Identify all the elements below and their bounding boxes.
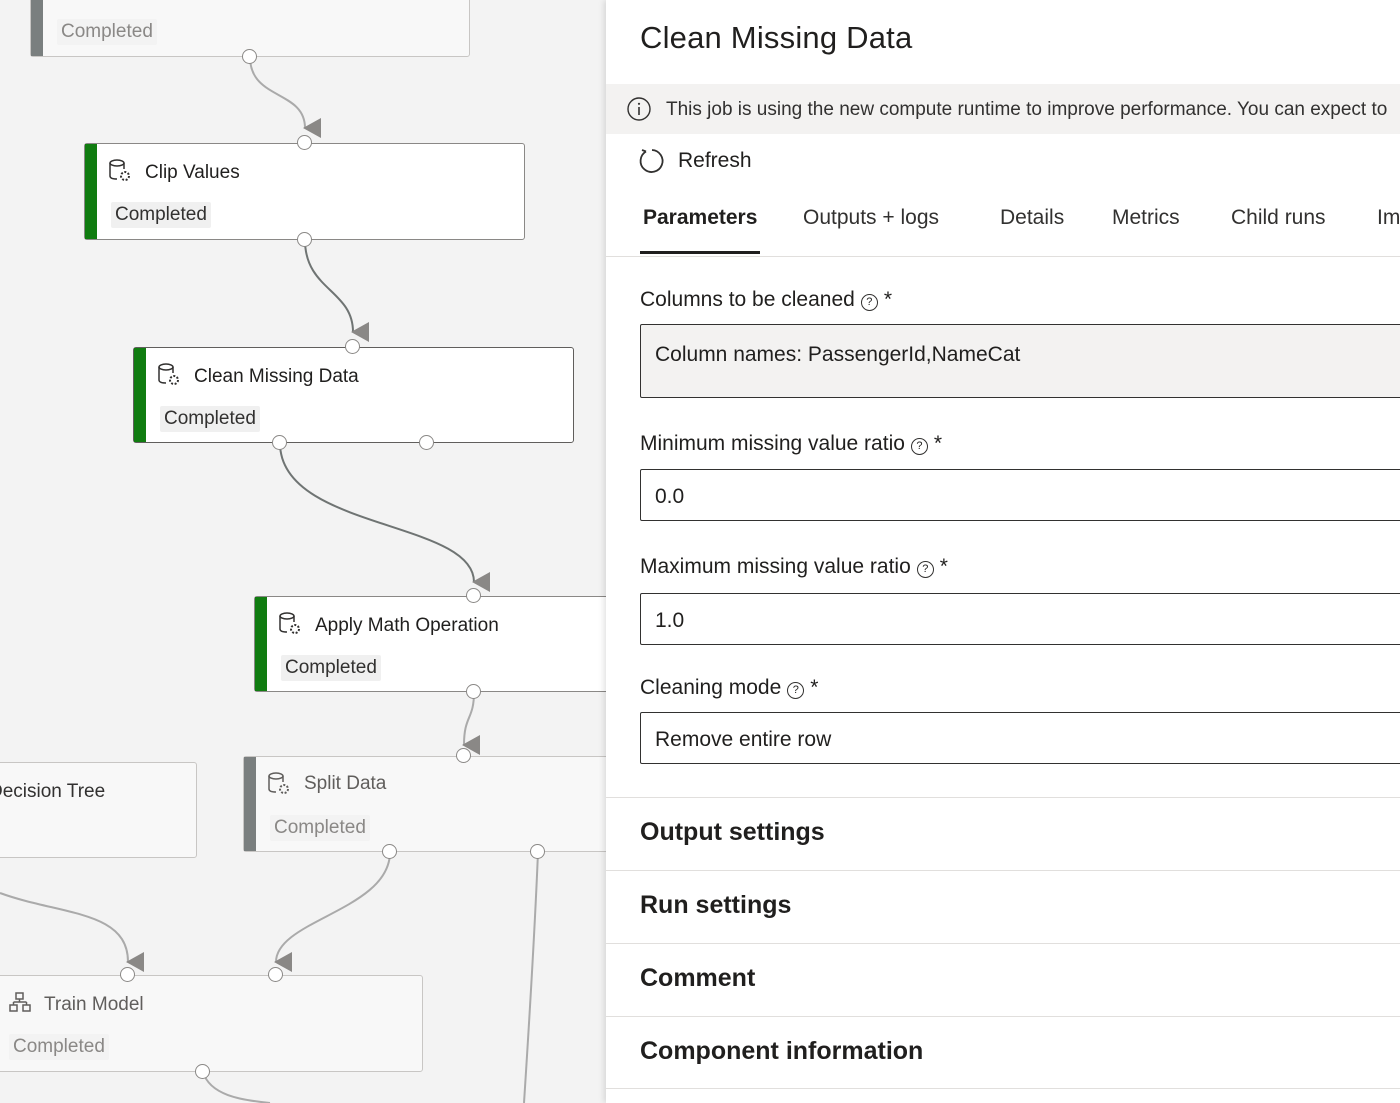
output-port[interactable] <box>272 435 287 450</box>
status-bar <box>134 348 146 442</box>
required-mark: * <box>939 555 948 578</box>
cleaning-mode-dropdown[interactable]: Remove entire row <box>640 712 1400 764</box>
tab-details[interactable]: Details <box>1000 206 1064 230</box>
min-ratio-label-row: Minimum missing value ratio? * <box>640 432 942 456</box>
help-icon[interactable]: ? <box>860 294 878 311</box>
details-panel: Clean Missing Data This job is using the… <box>606 0 1400 1103</box>
pipeline-node-apply-math-operation[interactable]: Apply Math Operation Completed <box>254 596 606 692</box>
cleaning-mode-value: Remove entire row <box>655 728 832 751</box>
section-run-settings[interactable]: Run settings <box>606 870 1400 943</box>
cleaning-mode-label-row: Cleaning mode? * <box>640 676 818 700</box>
tab-truncated[interactable]: Im <box>1377 206 1400 230</box>
output-port[interactable] <box>419 435 434 450</box>
edge <box>274 851 391 973</box>
info-icon <box>627 97 651 121</box>
status-badge: Completed <box>111 202 211 228</box>
status-bar <box>244 757 256 851</box>
node-title: Decision Tree <box>0 781 106 802</box>
info-message-bar: This job is using the new compute runtim… <box>606 84 1400 134</box>
output-port[interactable] <box>195 1064 210 1079</box>
columns-label-row: Columns to be cleaned? * <box>640 288 892 312</box>
pipeline-node-train-model[interactable]: Train Model Completed <box>0 975 423 1072</box>
status-bar <box>31 0 43 56</box>
status-badge: Completed <box>270 815 370 841</box>
active-tab-indicator <box>640 251 760 254</box>
max-ratio-label-row: Maximum missing value ratio? * <box>640 555 948 579</box>
help-icon[interactable]: ? <box>787 682 805 699</box>
edge <box>462 691 481 756</box>
required-mark: * <box>810 676 819 699</box>
edge <box>279 442 491 592</box>
dataset-module-icon <box>279 612 300 634</box>
max-ratio-input[interactable]: 1.0 <box>640 593 1400 645</box>
output-port[interactable] <box>382 844 397 859</box>
section-label: Comment <box>640 964 756 992</box>
pipeline-node-clean-missing-data[interactable]: Clean Missing Data Completed <box>133 347 574 443</box>
max-ratio-label: Maximum missing value ratio <box>640 555 911 578</box>
pipeline-node-decision-tree[interactable]: Decision Tree <box>0 762 197 858</box>
refresh-button[interactable]: Refresh <box>638 144 752 178</box>
section-label: Run settings <box>640 891 792 919</box>
max-ratio-value: 1.0 <box>655 609 685 632</box>
tab-outputs-logs[interactable]: Outputs + logs <box>803 206 939 230</box>
tab-metrics[interactable]: Metrics <box>1112 206 1180 230</box>
input-port[interactable] <box>345 339 360 354</box>
input-port[interactable] <box>297 135 312 150</box>
columns-value: Column names: PassengerId,NameCat <box>655 343 1021 366</box>
pipeline-canvas[interactable]: Completed Clip Values Completed Clean Mi… <box>0 0 606 1103</box>
min-ratio-input[interactable]: 0.0 <box>640 469 1400 521</box>
input-port[interactable] <box>268 967 283 982</box>
panel-title: Clean Missing Data <box>640 20 913 55</box>
section-label: Output settings <box>640 818 825 846</box>
node-title: Apply Math Operation <box>315 615 499 636</box>
cleaning-mode-label: Cleaning mode <box>640 676 782 699</box>
refresh-label: Refresh <box>678 149 752 172</box>
output-port[interactable] <box>530 844 545 859</box>
node-title: Train Model <box>44 994 144 1015</box>
edge <box>523 851 539 1103</box>
refresh-icon <box>639 149 664 173</box>
node-title: Split Data <box>304 773 387 794</box>
section-comment[interactable]: Comment <box>606 943 1400 1016</box>
min-ratio-value: 0.0 <box>655 485 685 508</box>
input-port[interactable] <box>466 588 481 603</box>
edge <box>249 56 322 138</box>
node-title: Clip Values <box>145 162 240 183</box>
info-message-text: This job is using the new compute runtim… <box>666 99 1388 120</box>
columns-selector[interactable]: Column names: PassengerId,NameCat <box>640 324 1400 398</box>
output-port[interactable] <box>297 232 312 247</box>
status-badge: Completed <box>281 655 381 681</box>
status-badge: Completed <box>160 406 260 432</box>
edge <box>304 239 370 342</box>
pipeline-node-split-data[interactable]: Split Data Completed <box>243 756 606 852</box>
section-output-settings[interactable]: Output settings <box>606 797 1400 870</box>
train-model-icon <box>9 992 31 1012</box>
edge <box>0 892 145 972</box>
tab-child-runs[interactable]: Child runs <box>1231 206 1326 230</box>
dataset-module-icon <box>268 772 289 794</box>
section-component-information[interactable]: Component information <box>606 1016 1400 1089</box>
input-port[interactable] <box>120 967 135 982</box>
output-port[interactable] <box>242 49 257 64</box>
node-title: Clean Missing Data <box>194 366 359 387</box>
pipeline-node-clip-values[interactable]: Clip Values Completed <box>84 143 525 240</box>
section-label: Component information <box>640 1037 924 1065</box>
dataset-module-icon <box>158 363 179 385</box>
dataset-module-icon <box>109 159 130 181</box>
status-bar <box>85 144 97 239</box>
required-mark: * <box>933 432 943 455</box>
help-icon[interactable]: ? <box>910 438 928 455</box>
status-bar <box>255 597 267 691</box>
edge <box>202 1071 271 1103</box>
tab-parameters[interactable]: Parameters <box>643 206 757 230</box>
help-icon[interactable]: ? <box>916 561 934 578</box>
output-port[interactable] <box>466 684 481 699</box>
status-badge: Completed <box>9 1034 109 1060</box>
columns-label: Columns to be cleaned <box>640 288 855 311</box>
min-ratio-label: Minimum missing value ratio <box>640 432 905 455</box>
required-mark: * <box>883 288 892 311</box>
status-badge: Completed <box>57 19 157 45</box>
input-port[interactable] <box>456 748 471 763</box>
tab-bar: Parameters Outputs + logs Details Metric… <box>606 196 1400 257</box>
